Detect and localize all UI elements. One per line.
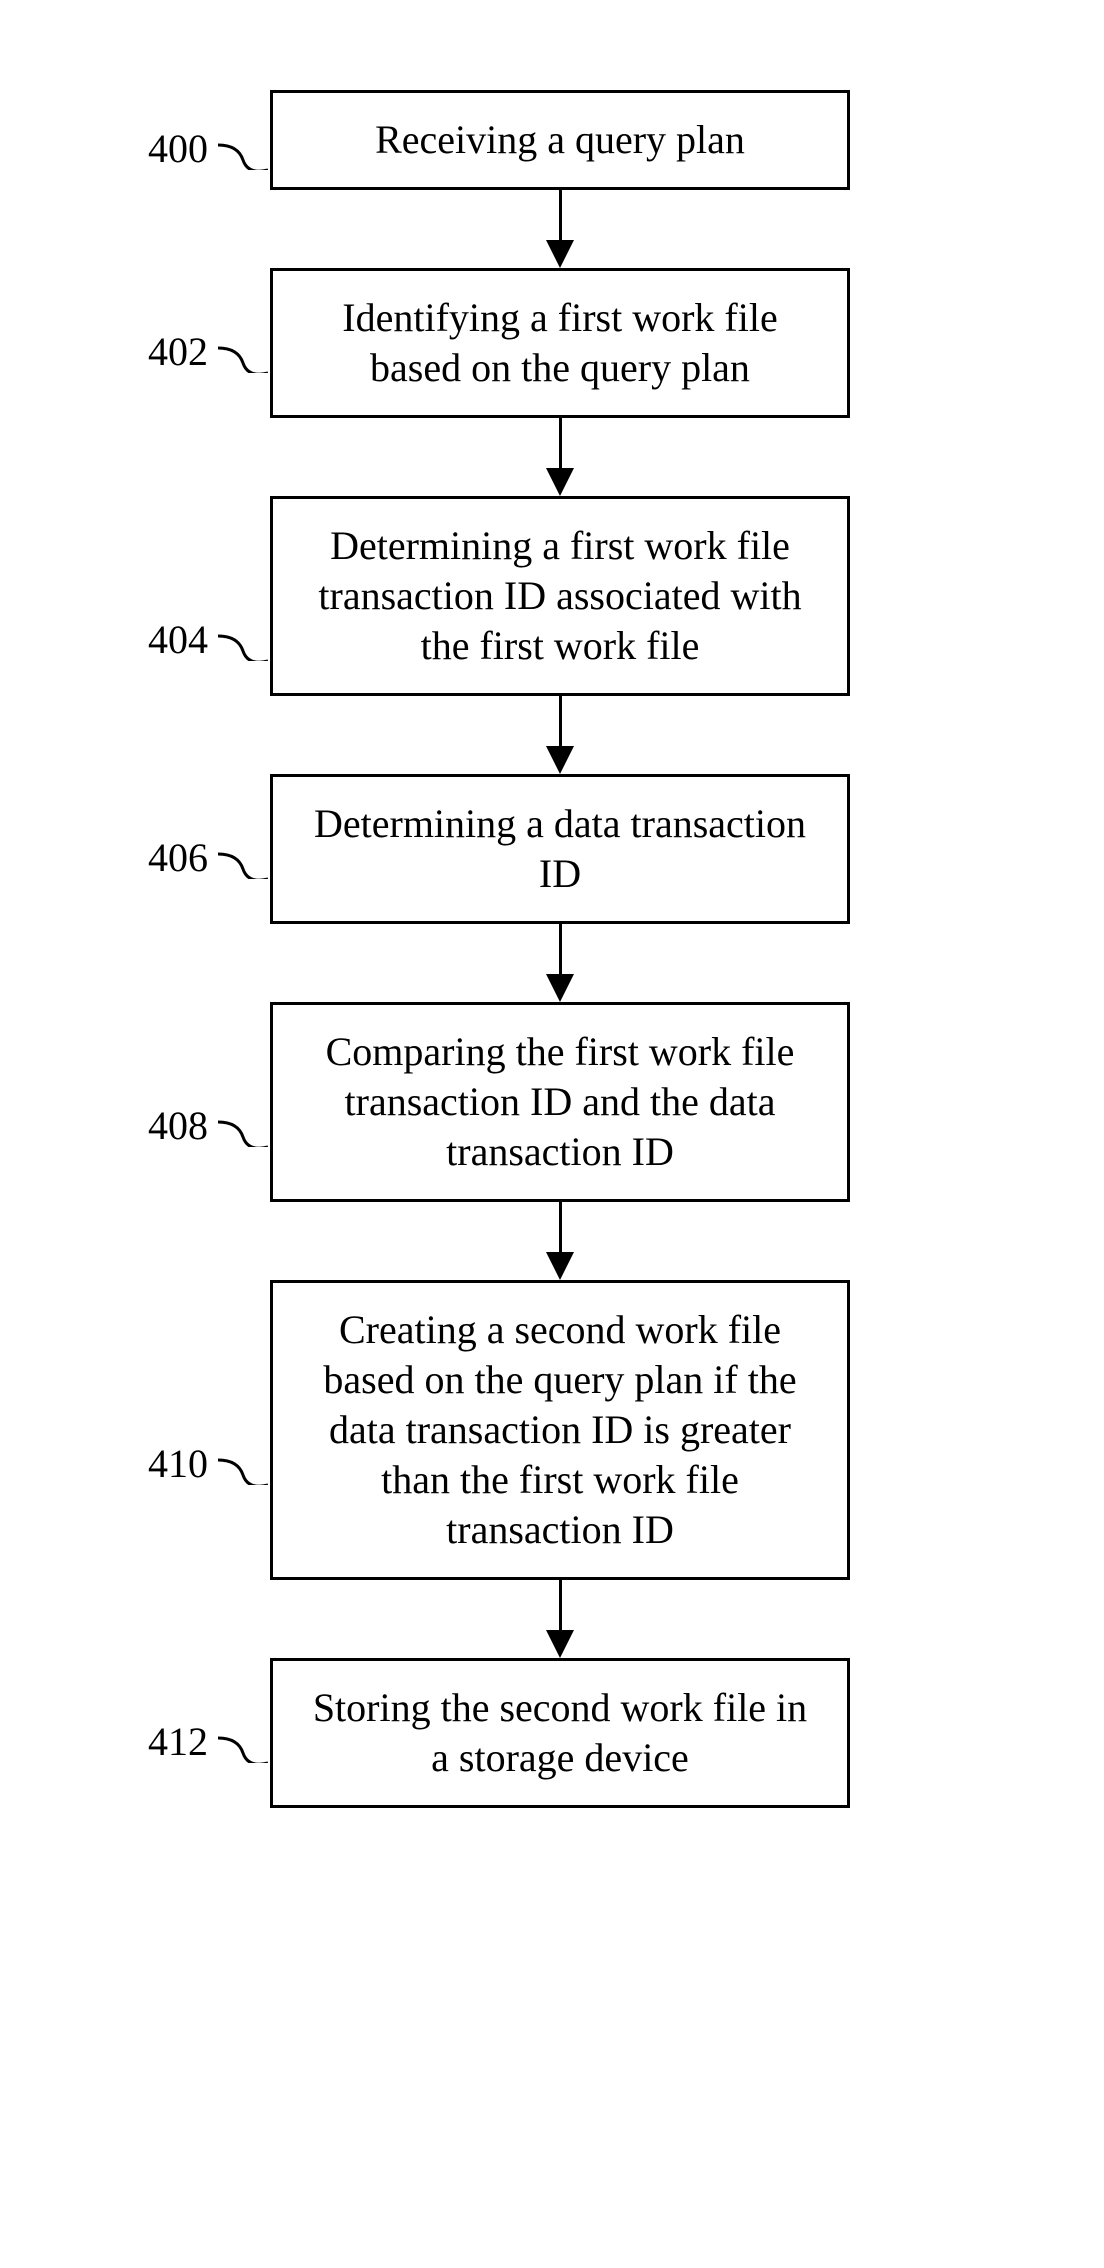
step-label: 404 [148, 616, 208, 663]
step-box: Comparing the first work file transactio… [270, 1002, 850, 1202]
label-connector [218, 130, 268, 170]
step-406: 406 Determining a data transaction ID [270, 774, 850, 924]
arrow-icon [546, 190, 574, 268]
step-label: 412 [148, 1718, 208, 1765]
step-box: Receiving a query plan [270, 90, 850, 190]
step-400: 400 Receiving a query plan [270, 90, 850, 190]
label-connector [218, 1107, 268, 1147]
step-402: 402 Identifying a first work file based … [270, 268, 850, 418]
step-box: Creating a second work file based on the… [270, 1280, 850, 1580]
step-box: Determining a data transaction ID [270, 774, 850, 924]
step-label: 402 [148, 328, 208, 375]
step-box: Determining a first work file transactio… [270, 496, 850, 696]
label-connector [218, 333, 268, 373]
label-connector [218, 839, 268, 879]
step-404: 404 Determining a first work file transa… [270, 496, 850, 696]
step-label: 408 [148, 1102, 208, 1149]
arrow-icon [546, 418, 574, 496]
step-412: 412 Storing the second work file in a st… [270, 1658, 850, 1808]
step-410: 410 Creating a second work file based on… [270, 1280, 850, 1580]
arrow-icon [546, 1580, 574, 1658]
arrow-icon [546, 924, 574, 1002]
step-box: Identifying a first work file based on t… [270, 268, 850, 418]
step-box: Storing the second work file in a storag… [270, 1658, 850, 1808]
label-connector [218, 1445, 268, 1485]
flowchart: 400 Receiving a query plan 402 Identifyi… [210, 90, 910, 1808]
arrow-icon [546, 1202, 574, 1280]
step-label: 410 [148, 1440, 208, 1487]
label-connector [218, 621, 268, 661]
arrow-icon [546, 696, 574, 774]
step-label: 400 [148, 125, 208, 172]
step-label: 406 [148, 834, 208, 881]
label-connector [218, 1723, 268, 1763]
step-408: 408 Comparing the first work file transa… [270, 1002, 850, 1202]
